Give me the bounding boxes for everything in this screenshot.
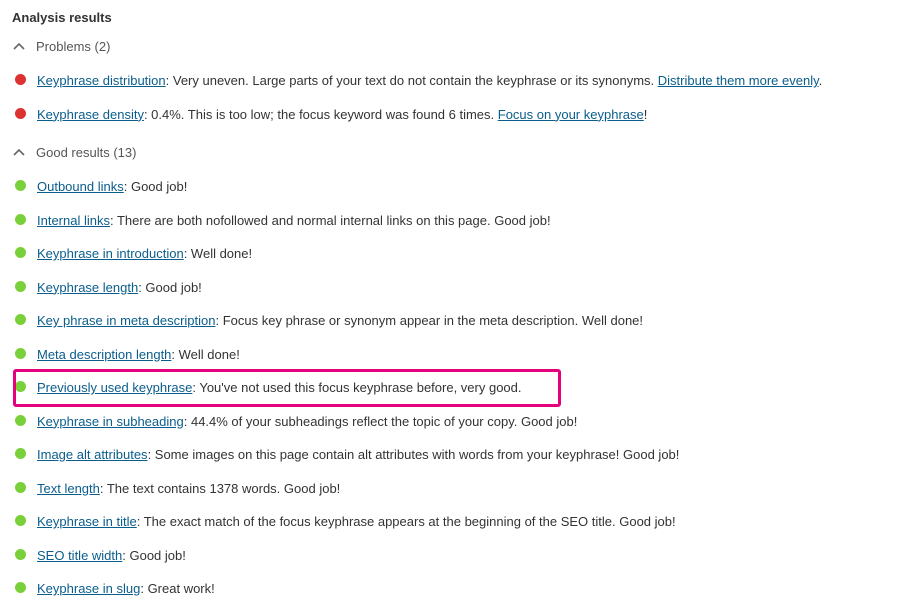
analysis-item-text: Outbound links: Good job! <box>37 177 901 197</box>
analysis-item-desc: : Good job! <box>122 548 186 563</box>
analysis-item-desc: : Good job! <box>124 179 188 194</box>
analysis-item-text: Keyphrase in slug: Great work! <box>37 579 901 599</box>
analysis-item-link[interactable]: Keyphrase distribution <box>37 73 166 88</box>
analysis-item-desc: : The text contains 1378 words. Good job… <box>100 481 340 496</box>
analysis-item-text: Keyphrase in title: The exact match of t… <box>37 512 901 532</box>
analysis-item: Image alt attributes: Some images on thi… <box>12 438 901 472</box>
analysis-item-text: Previously used keyphrase: You've not us… <box>37 378 901 398</box>
analysis-item: Outbound links: Good job! <box>12 170 901 204</box>
analysis-item-text: SEO title width: Good job! <box>37 546 901 566</box>
analysis-item-link[interactable]: Keyphrase density <box>37 107 144 122</box>
analysis-item: Key phrase in meta description: Focus ke… <box>12 304 901 338</box>
analysis-item-link[interactable]: Keyphrase in slug <box>37 581 140 596</box>
status-dot-green-icon <box>15 582 26 593</box>
status-dot-red-icon <box>15 108 26 119</box>
analysis-item: Text length: The text contains 1378 word… <box>12 472 901 506</box>
analysis-item-tail: ! <box>644 107 648 122</box>
analysis-item-text: Internal links: There are both nofollowe… <box>37 211 901 231</box>
analysis-item-desc: : There are both nofollowed and normal i… <box>110 213 551 228</box>
section-label-good: Good results (13) <box>36 145 136 160</box>
analysis-item-link[interactable]: Internal links <box>37 213 110 228</box>
chevron-up-icon <box>12 146 26 160</box>
section-body-problems: Keyphrase distribution: Very uneven. Lar… <box>12 64 901 131</box>
chevron-up-icon <box>12 40 26 54</box>
analysis-item-desc: : Well done! <box>184 246 252 261</box>
analysis-item: Keyphrase in title: The exact match of t… <box>12 505 901 539</box>
analysis-item: Keyphrase in slug: Great work! <box>12 572 901 606</box>
analysis-item-text: Keyphrase in subheading: 44.4% of your s… <box>37 412 901 432</box>
section-header-problems[interactable]: Problems (2) <box>12 39 901 54</box>
section-body-good: Outbound links: Good job!Internal links:… <box>12 170 901 606</box>
status-dot-green-icon <box>15 281 26 292</box>
analysis-item-desc: : Very uneven. Large parts of your text … <box>166 73 658 88</box>
status-dot-green-icon <box>15 247 26 258</box>
status-dot-green-icon <box>15 515 26 526</box>
status-dot-green-icon <box>15 314 26 325</box>
status-dot-green-icon <box>15 381 26 392</box>
analysis-item: Keyphrase density: 0.4%. This is too low… <box>12 98 901 132</box>
analysis-item-desc: : Good job! <box>138 280 202 295</box>
analysis-item-tail: . <box>819 73 823 88</box>
analysis-item-text: Text length: The text contains 1378 word… <box>37 479 901 499</box>
analysis-item-link[interactable]: Keyphrase in introduction <box>37 246 184 261</box>
analysis-item-link[interactable]: Keyphrase in title <box>37 514 137 529</box>
analysis-item-desc: : The exact match of the focus keyphrase… <box>137 514 676 529</box>
analysis-item-desc: : Great work! <box>140 581 214 596</box>
analysis-item-text: Key phrase in meta description: Focus ke… <box>37 311 901 331</box>
analysis-item: Keyphrase in introduction: Well done! <box>12 237 901 271</box>
analysis-item-text: Keyphrase distribution: Very uneven. Lar… <box>37 71 901 91</box>
analysis-item-text: Keyphrase length: Good job! <box>37 278 901 298</box>
page-title: Analysis results <box>12 10 901 25</box>
analysis-item: Internal links: There are both nofollowe… <box>12 204 901 238</box>
status-dot-green-icon <box>15 448 26 459</box>
analysis-item-text: Keyphrase density: 0.4%. This is too low… <box>37 105 901 125</box>
analysis-item-link[interactable]: SEO title width <box>37 548 122 563</box>
analysis-item-text: Keyphrase in introduction: Well done! <box>37 244 901 264</box>
analysis-item: Keyphrase in subheading: 44.4% of your s… <box>12 405 901 439</box>
analysis-item-desc: : Focus key phrase or synonym appear in … <box>215 313 643 328</box>
analysis-item-desc: : Some images on this page contain alt a… <box>148 447 680 462</box>
analysis-item: Previously used keyphrase: You've not us… <box>12 371 901 405</box>
status-dot-green-icon <box>15 348 26 359</box>
analysis-item-link[interactable]: Text length <box>37 481 100 496</box>
section-header-good[interactable]: Good results (13) <box>12 145 901 160</box>
analysis-item-link[interactable]: Previously used keyphrase <box>37 380 192 395</box>
analysis-item-link[interactable]: Key phrase in meta description <box>37 313 215 328</box>
analysis-item: Meta description length: Well done! <box>12 338 901 372</box>
analysis-item-link[interactable]: Keyphrase length <box>37 280 138 295</box>
analysis-item-link[interactable]: Outbound links <box>37 179 124 194</box>
analysis-item-link[interactable]: Keyphrase in subheading <box>37 414 184 429</box>
analysis-item-desc: : You've not used this focus keyphrase b… <box>192 380 521 395</box>
analysis-item-text: Image alt attributes: Some images on thi… <box>37 445 901 465</box>
analysis-item-text: Meta description length: Well done! <box>37 345 901 365</box>
analysis-item-link[interactable]: Image alt attributes <box>37 447 148 462</box>
analysis-item-link[interactable]: Meta description length <box>37 347 171 362</box>
status-dot-green-icon <box>15 482 26 493</box>
analysis-item-desc: : 44.4% of your subheadings reflect the … <box>184 414 578 429</box>
analysis-item-desc: : Well done! <box>171 347 239 362</box>
section-label-problems: Problems (2) <box>36 39 110 54</box>
status-dot-red-icon <box>15 74 26 85</box>
analysis-item: Keyphrase length: Good job! <box>12 271 901 305</box>
analysis-item-desc: : 0.4%. This is too low; the focus keywo… <box>144 107 498 122</box>
status-dot-green-icon <box>15 180 26 191</box>
status-dot-green-icon <box>15 214 26 225</box>
analysis-item: Keyphrase distribution: Very uneven. Lar… <box>12 64 901 98</box>
analysis-item-action-link[interactable]: Focus on your keyphrase <box>498 107 644 122</box>
status-dot-green-icon <box>15 549 26 560</box>
analysis-item-action-link[interactable]: Distribute them more evenly <box>658 73 819 88</box>
status-dot-green-icon <box>15 415 26 426</box>
